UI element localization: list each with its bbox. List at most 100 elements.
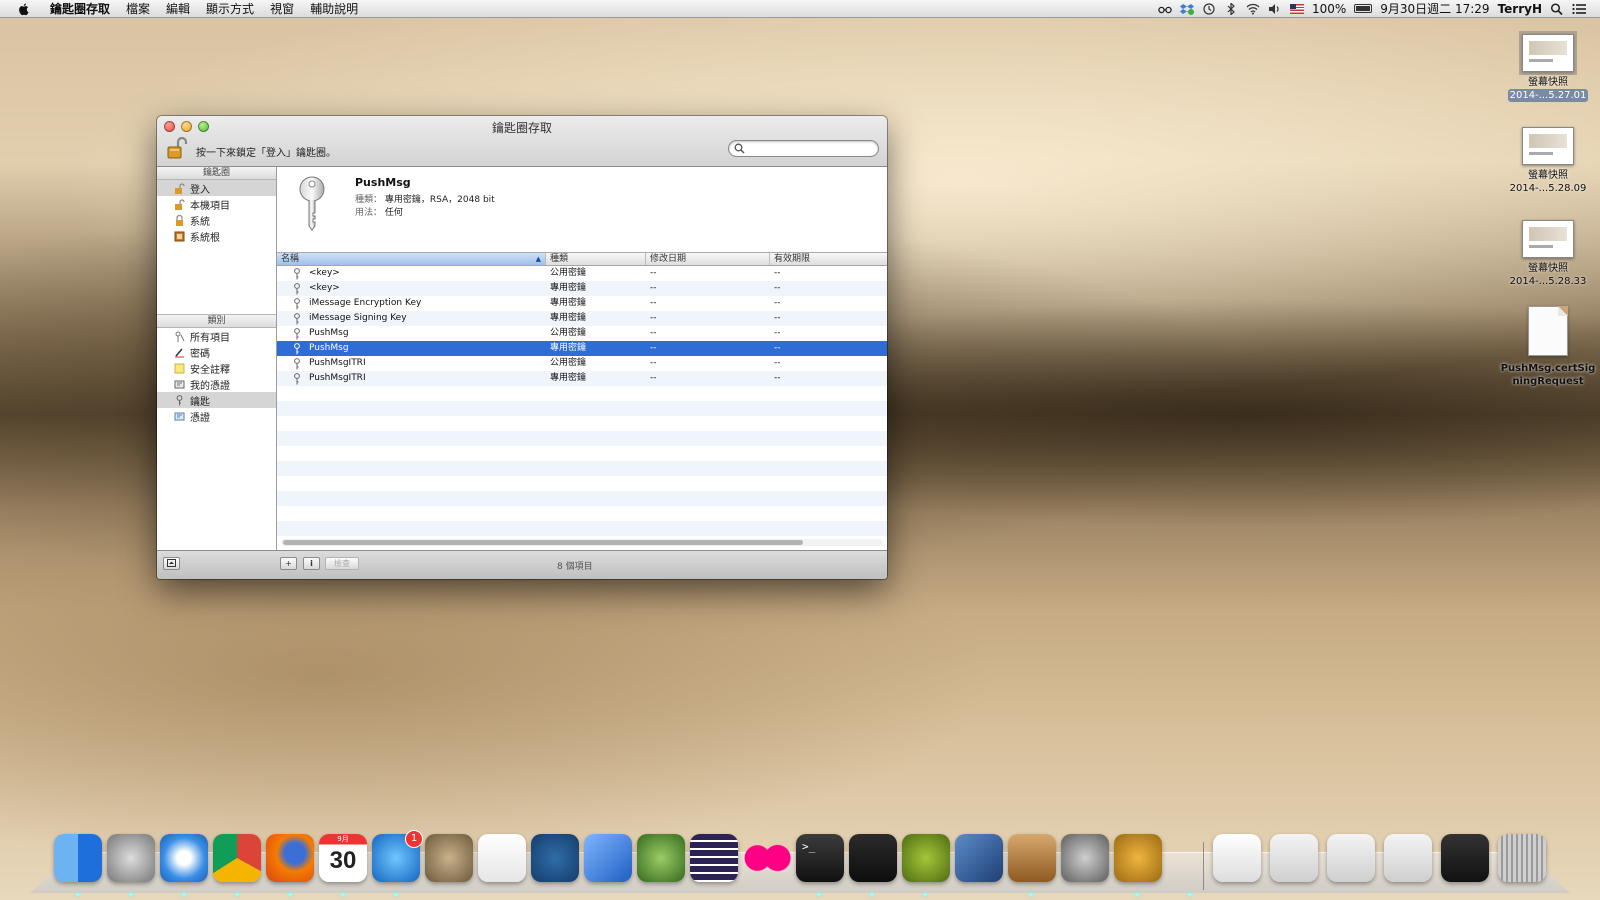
launchpad-icon[interactable] <box>107 834 155 882</box>
horizontal-scrollbar[interactable] <box>281 539 883 546</box>
table-row[interactable]: iMessage Signing Key 專用密鑰 -- -- <box>277 311 887 326</box>
cell-kind: 專用密鑰 <box>550 313 587 323</box>
column-header-expires[interactable]: 有效期限 <box>770 253 887 265</box>
desktop-icon-label: 螢幕快照 <box>1528 77 1568 88</box>
chrome-icon[interactable] <box>213 834 261 882</box>
sidebar-item-certificates[interactable]: 憑證 <box>157 408 276 424</box>
menu-view[interactable]: 顯示方式 <box>198 0 262 17</box>
cell-expires: -- <box>774 343 781 353</box>
sidebar-item-my-certificates[interactable]: 我的憑證 <box>157 376 276 392</box>
table-row[interactable]: iMessage Encryption Key 專用密鑰 -- -- <box>277 296 887 311</box>
spotlight-search-icon[interactable] <box>1550 2 1564 15</box>
menu-window[interactable]: 視窗 <box>262 0 302 17</box>
verify-button[interactable]: 檢查 <box>325 557 359 570</box>
clock[interactable]: 9月30日週二 17:29 <box>1380 0 1489 17</box>
empty-row <box>277 431 887 446</box>
window-thumb-terminal-icon[interactable] <box>1441 834 1489 882</box>
bluetooth-icon[interactable] <box>1224 2 1238 15</box>
volume-icon[interactable] <box>1268 3 1282 15</box>
cell-name: PushMsg <box>277 341 546 356</box>
apple-menu-icon[interactable] <box>16 2 32 16</box>
dropbox-icon[interactable] <box>1179 3 1194 15</box>
desktop-screenshot-3[interactable]: 螢幕快照 2014-...5.28.33 <box>1500 220 1596 288</box>
android-studio-icon[interactable] <box>902 834 950 882</box>
app-store-icon[interactable]: 1 <box>372 830 423 882</box>
sidebar-item-system[interactable]: 系統 <box>157 212 276 228</box>
window-thumb-chrome-icon[interactable] <box>1327 834 1375 882</box>
cell-expires: -- <box>774 268 781 278</box>
flickr-icon[interactable] <box>743 834 791 882</box>
battery-icon[interactable] <box>1354 4 1373 13</box>
calendar-month: 9月 <box>337 835 349 843</box>
column-header-date-modified[interactable]: 修改日期 <box>646 253 770 265</box>
sidebar-item-all-items[interactable]: 所有項目 <box>157 328 276 344</box>
sidebar-item-secure-notes[interactable]: 安全註釋 <box>157 360 276 376</box>
keychain-access-icon[interactable] <box>1114 834 1162 882</box>
column-header-kind[interactable]: 種類 <box>546 253 646 265</box>
menu-app-name[interactable]: 鑰匙圈存取 <box>42 0 118 17</box>
eclipse-icon[interactable] <box>690 834 738 882</box>
notification-center-icon[interactable] <box>1572 3 1586 15</box>
cell-date-modified: -- <box>650 358 657 368</box>
virtualbox-icon[interactable] <box>955 834 1003 882</box>
sidebar-item-login[interactable]: 登入 <box>157 180 276 196</box>
activity-monitor-icon[interactable] <box>849 834 897 882</box>
desktop-screenshot-1[interactable]: 螢幕快照 2014-...5.27.01 <box>1500 31 1596 102</box>
user-name[interactable]: TerryH <box>1498 2 1542 16</box>
column-header-name[interactable]: 名稱 ▲ <box>277 253 546 265</box>
cell-name-text: iMessage Encryption Key <box>309 298 422 308</box>
window-thumb-chrome-2-icon[interactable] <box>1384 834 1432 882</box>
sourcetree-icon[interactable] <box>531 834 579 882</box>
glasses-icon[interactable] <box>1158 3 1172 15</box>
window-titlebar[interactable]: 鑰匙圈存取 按一下來鎖定「登入」鑰匙圈。 <box>157 116 887 167</box>
running-indicator <box>394 893 398 896</box>
scrollbar-thumb[interactable] <box>283 540 803 545</box>
key-icon <box>294 297 300 309</box>
table-row[interactable]: PushMsgITRI 公用密鑰 -- -- <box>277 356 887 371</box>
window-thumb-firefox-icon[interactable] <box>1270 834 1318 882</box>
search-field[interactable] <box>728 140 879 157</box>
sidebar-item-label: 安全註釋 <box>190 364 230 376</box>
sidebar-item-system-roots[interactable]: 系統根 <box>157 228 276 244</box>
menu-help[interactable]: 輔助說明 <box>302 0 366 17</box>
android-tool-icon[interactable] <box>637 834 685 882</box>
terminal-icon[interactable]: >_ <box>796 834 844 882</box>
safari-icon[interactable] <box>160 834 208 882</box>
trash-icon[interactable] <box>1498 834 1546 882</box>
sidebar-item-label: 系統根 <box>190 232 220 244</box>
table-header: 名稱 ▲ 種類 修改日期 有效期限 <box>277 253 887 266</box>
document-stack-icon[interactable] <box>1213 834 1261 882</box>
add-item-button[interactable]: + <box>280 557 297 570</box>
system-preferences-icon[interactable] <box>1061 834 1109 882</box>
menu-bar: 鑰匙圈存取 檔案 編輯 顯示方式 視窗 輔助說明 100% 9月30日週二 17… <box>0 0 1600 18</box>
cell-expires: -- <box>774 328 781 338</box>
wifi-icon[interactable] <box>1246 3 1260 15</box>
desktop-screenshot-2[interactable]: 螢幕快照 2014-...5.28.09 <box>1500 127 1596 195</box>
archive-utility-icon[interactable] <box>1008 834 1056 882</box>
gimp-icon[interactable] <box>425 834 473 882</box>
table-row[interactable]: PushMsg 公用密鑰 -- -- <box>277 326 887 341</box>
search-input[interactable] <box>749 142 877 157</box>
finder-icon[interactable] <box>54 834 102 882</box>
sidebar-item-passwords[interactable]: 密碼 <box>157 344 276 360</box>
xcode-icon[interactable] <box>584 834 632 882</box>
us-flag-input-icon[interactable] <box>1289 3 1304 14</box>
table-row[interactable]: PushMsg 專用密鑰 -- -- <box>277 341 887 356</box>
table-row[interactable]: PushMsgITRI 專用密鑰 -- -- <box>277 371 887 386</box>
get-info-button[interactable]: i <box>303 557 320 570</box>
desktop-certsigningrequest-file[interactable]: PushMsg.certSig ningRequest <box>1500 306 1596 388</box>
unlocked-padlock-icon[interactable] <box>166 136 188 160</box>
firefox-icon[interactable] <box>266 834 314 882</box>
sidebar-item-label: 密碼 <box>190 348 210 360</box>
calendar-icon[interactable]: 9月 30 <box>319 834 367 882</box>
table-row[interactable]: <key> 公用密鑰 -- -- <box>277 266 887 281</box>
time-machine-icon[interactable] <box>1202 2 1216 15</box>
cabinet-icon <box>174 231 185 241</box>
textedit-icon[interactable] <box>478 834 526 882</box>
show-keychains-button[interactable] <box>163 557 180 570</box>
menu-edit[interactable]: 編輯 <box>158 0 198 17</box>
table-row[interactable]: <key> 專用密鑰 -- -- <box>277 281 887 296</box>
sidebar-item-local-items[interactable]: 本機項目 <box>157 196 276 212</box>
sidebar-item-keys[interactable]: 鑰匙 <box>157 392 276 408</box>
menu-file[interactable]: 檔案 <box>118 0 158 17</box>
